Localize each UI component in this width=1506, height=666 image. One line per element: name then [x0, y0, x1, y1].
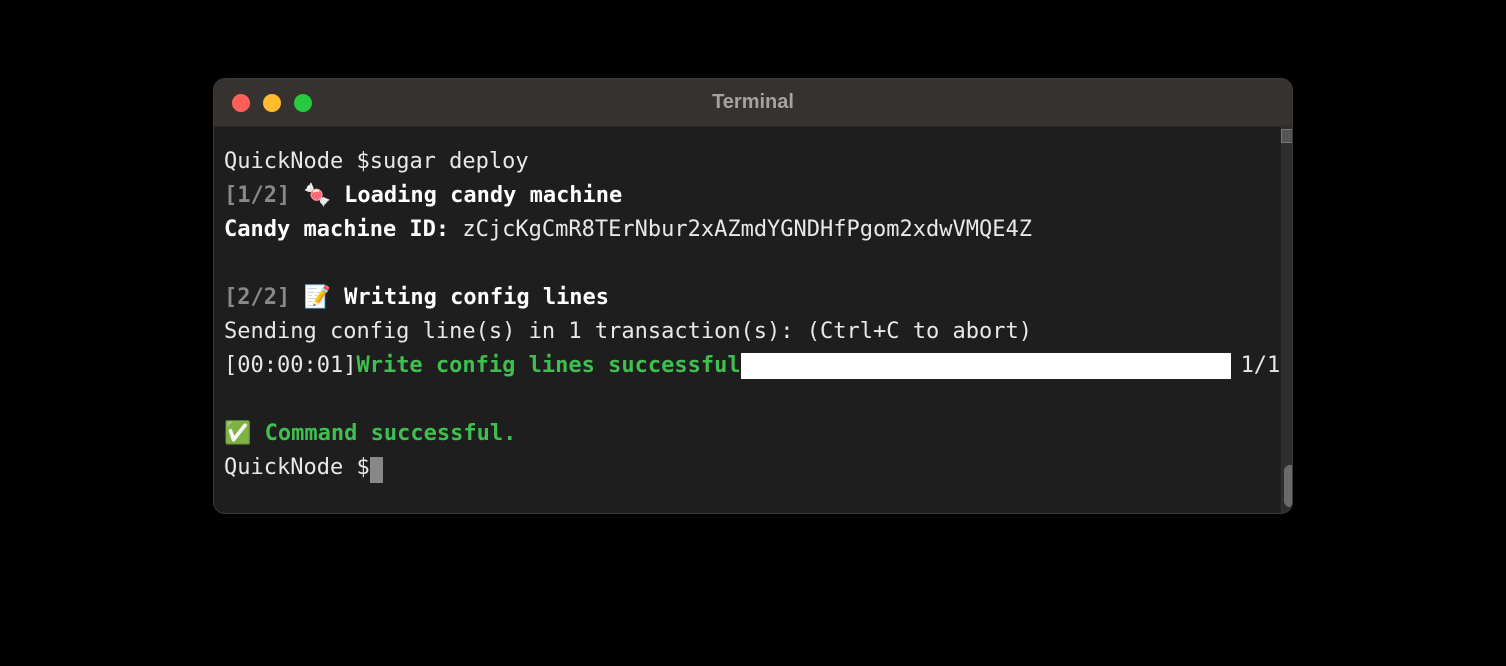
machine-id-label: Candy machine ID:: [224, 217, 449, 242]
close-icon[interactable]: [232, 94, 250, 112]
step-tag: [1/2]: [224, 183, 290, 208]
cursor-icon: [370, 457, 383, 483]
progress-bar: [741, 353, 1231, 379]
scroll-top-icon: [1281, 129, 1293, 143]
traffic-lights: [232, 94, 312, 112]
scrollbar[interactable]: [1280, 127, 1293, 513]
memo-icon: 📝: [303, 285, 330, 310]
sending-line: Sending config line(s) in 1 transaction(…: [224, 315, 1280, 349]
terminal-content[interactable]: QuickNode $sugar deploy[1/2] 🍬 Loading c…: [214, 127, 1280, 513]
terminal-window: Terminal QuickNode $sugar deploy[1/2] 🍬 …: [213, 78, 1293, 514]
check-icon: ✅: [224, 421, 251, 446]
titlebar: Terminal: [214, 79, 1292, 127]
step-text: Loading candy machine: [344, 183, 622, 208]
zoom-icon[interactable]: [294, 94, 312, 112]
prompt: QuickNode $: [224, 455, 370, 480]
command-text: sugar deploy: [370, 149, 529, 174]
progress-message: Write config lines successful: [356, 349, 740, 383]
candy-icon: 🍬: [303, 183, 330, 208]
minimize-icon[interactable]: [263, 94, 281, 112]
step-tag: [2/2]: [224, 285, 290, 310]
window-title: Terminal: [214, 91, 1292, 114]
content-wrap: QuickNode $sugar deploy[1/2] 🍬 Loading c…: [214, 127, 1292, 513]
progress-count: 1/1: [1241, 349, 1281, 383]
scroll-thumb[interactable]: [1284, 465, 1293, 507]
success-text: Command successful.: [265, 421, 517, 446]
elapsed-time: [00:00:01]: [224, 349, 356, 383]
prompt: QuickNode $: [224, 149, 370, 174]
machine-id: zCjcKgCmR8TErNbur2xAZmdYGNDHfPgom2xdwVMQ…: [462, 217, 1032, 242]
step-text: Writing config lines: [344, 285, 609, 310]
